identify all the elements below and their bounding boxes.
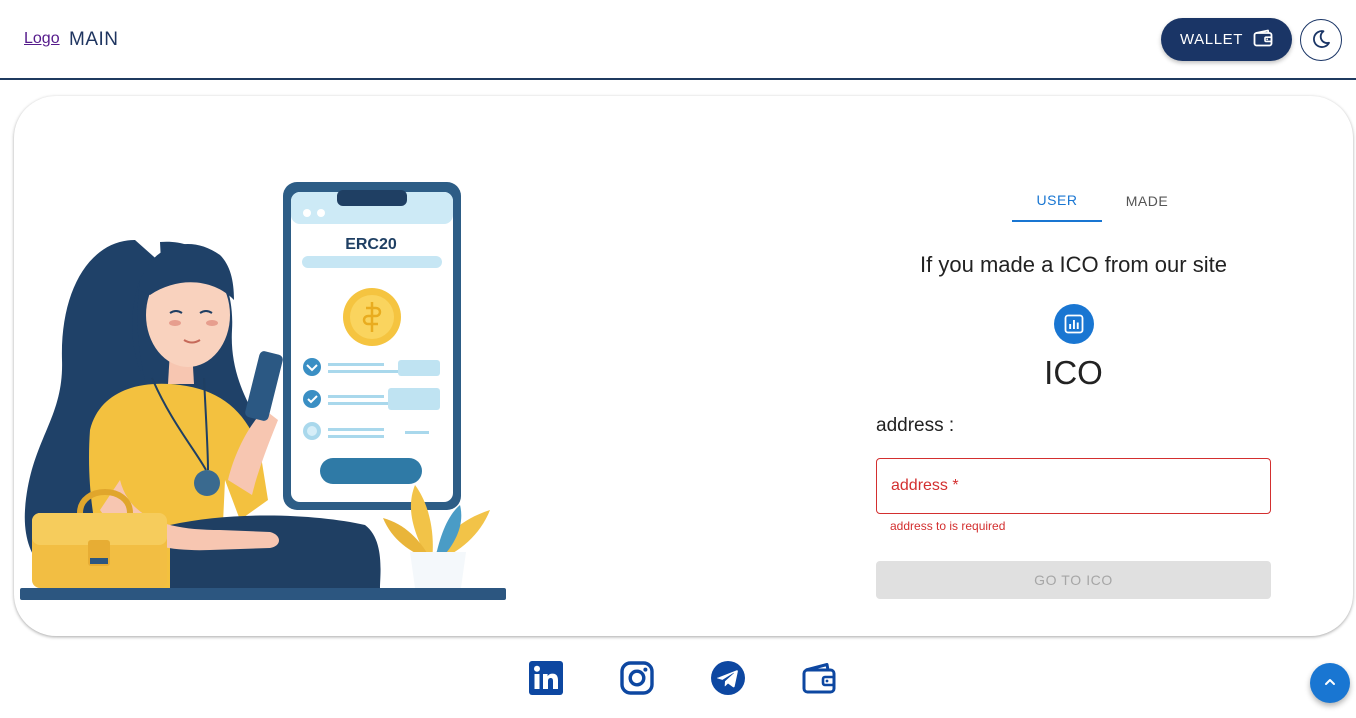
linkedin-icon[interactable] [528, 660, 564, 696]
phone-erc20-label: ERC20 [345, 236, 397, 253]
ico-title: ICO [1044, 354, 1103, 391]
address-label: address : [876, 415, 955, 436]
instagram-icon[interactable] [619, 660, 655, 696]
telegram-icon[interactable] [710, 660, 746, 696]
theme-toggle-button[interactable] [1300, 19, 1342, 61]
wallet-button[interactable]: WALLET [1161, 18, 1292, 61]
logo-link[interactable]: Logo [24, 30, 60, 48]
go-to-ico-button[interactable]: GO TO ICO [876, 561, 1271, 599]
form-tabs: USER MADE [1012, 180, 1192, 224]
tab-user[interactable]: USER [1012, 180, 1102, 222]
wallet-icon [1253, 29, 1273, 51]
chevron-up-icon [1322, 674, 1338, 693]
scroll-top-button[interactable] [1310, 663, 1350, 703]
wallet-icon[interactable] [801, 660, 837, 696]
info-text: If you made a ICO from our site [920, 252, 1227, 277]
app-header: Logo MAIN WALLET [0, 0, 1356, 80]
address-field [876, 458, 1271, 514]
wallet-button-label: WALLET [1179, 31, 1244, 48]
bar-chart-icon [1054, 304, 1094, 344]
crypto-illustration: ERC20 [20, 182, 506, 600]
address-error-text: address to is required [890, 519, 1006, 533]
tab-made[interactable]: MADE [1102, 180, 1192, 222]
moon-icon [1310, 28, 1332, 53]
page-title: MAIN [69, 29, 119, 50]
address-input[interactable] [877, 459, 1270, 513]
